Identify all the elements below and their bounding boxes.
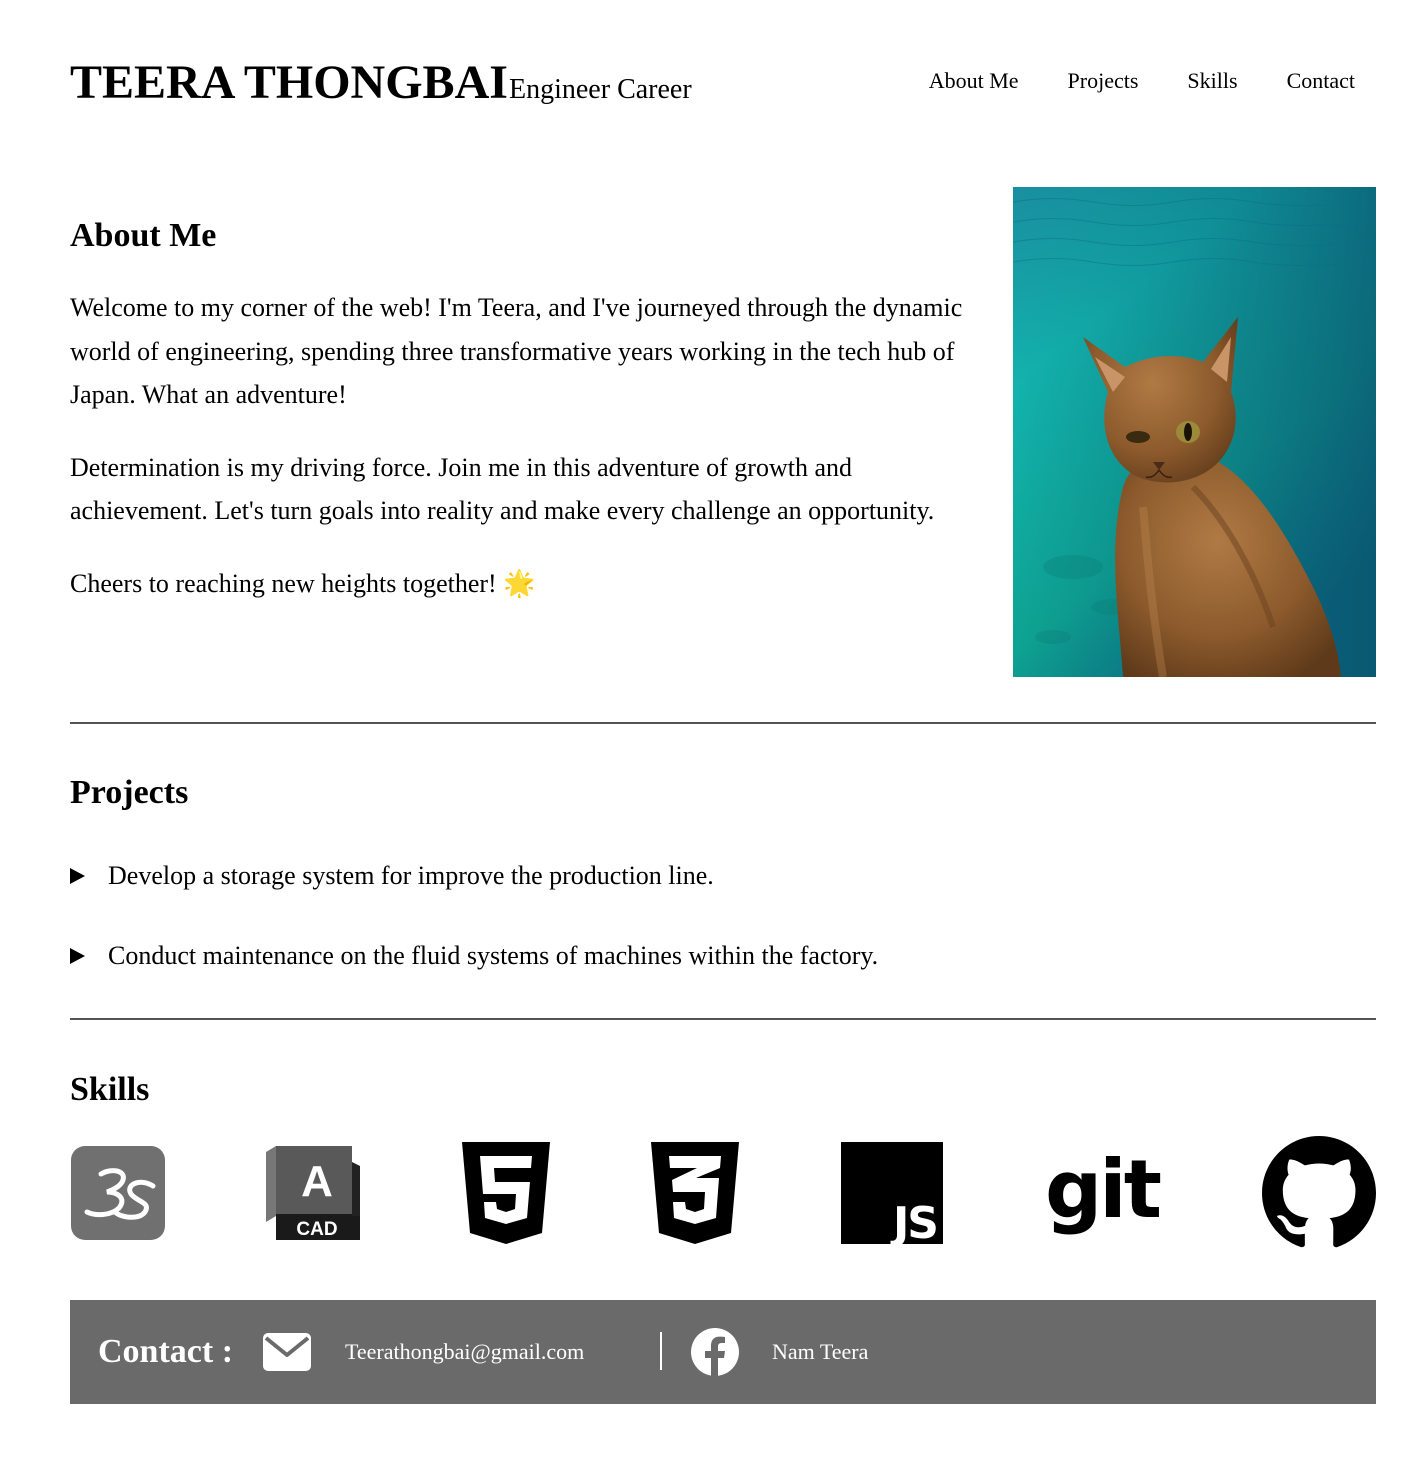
section-divider xyxy=(70,1018,1376,1020)
about-paragraph: Welcome to my corner of the web! I'm Tee… xyxy=(70,293,963,409)
git-label: git xyxy=(1045,1143,1161,1236)
project-item[interactable]: Develop a storage system for improve the… xyxy=(70,858,714,894)
project-item[interactable]: Conduct maintenance on the fluid systems… xyxy=(70,938,878,974)
git-icon: git xyxy=(1042,1135,1162,1251)
nav-about-me[interactable]: About Me xyxy=(929,65,1019,97)
facebook-icon xyxy=(691,1328,739,1376)
contact-separator xyxy=(660,1332,662,1370)
project-item-label: Develop a storage system for improve the… xyxy=(108,861,714,890)
site-header: TEERA THONGBAI Engineer Career About Me … xyxy=(70,55,1355,115)
project-item-label: Conduct maintenance on the fluid systems… xyxy=(108,941,879,970)
contact-label: Contact : xyxy=(98,1333,234,1370)
javascript-label: JS xyxy=(890,1198,937,1244)
main-nav: About Me Projects Skills Contact xyxy=(929,65,1355,97)
contact-bar: Contact : Teerathongbai@gmail.com Nam Te… xyxy=(70,1300,1376,1404)
cat-photo xyxy=(1013,187,1376,677)
section-divider xyxy=(70,722,1376,724)
github-icon xyxy=(1262,1135,1376,1251)
about-text: Welcome to my corner of the web! I'm Tee… xyxy=(70,286,995,634)
email-link[interactable]: Teerathongbai@gmail.com xyxy=(345,1336,584,1368)
css3-icon xyxy=(651,1135,739,1251)
html5-icon xyxy=(462,1135,550,1251)
facebook-link[interactable]: Nam Teera xyxy=(772,1336,868,1368)
javascript-icon: JS xyxy=(840,1135,944,1251)
disclosure-triangle-icon xyxy=(70,868,85,884)
site-name: TEERA THONGBAI xyxy=(70,56,508,109)
site-subtitle: Engineer Career xyxy=(509,74,692,105)
skills-heading: Skills xyxy=(70,1071,150,1108)
projects-heading: Projects xyxy=(70,774,189,811)
nav-projects[interactable]: Projects xyxy=(1068,65,1139,97)
about-paragraph: Cheers to reaching new heights together!… xyxy=(70,568,536,598)
envelope-icon xyxy=(263,1333,311,1371)
about-heading: About Me xyxy=(70,217,217,254)
autocad-icon: A CAD xyxy=(266,1135,361,1251)
3ds-max-icon xyxy=(70,1135,165,1251)
nav-skills[interactable]: Skills xyxy=(1187,65,1237,97)
autocad-label: CAD xyxy=(296,1219,337,1240)
disclosure-triangle-icon xyxy=(70,948,85,964)
about-paragraph: Determination is my driving force. Join … xyxy=(70,452,935,526)
autocad-letter: A xyxy=(301,1157,333,1206)
nav-contact[interactable]: Contact xyxy=(1287,65,1355,97)
